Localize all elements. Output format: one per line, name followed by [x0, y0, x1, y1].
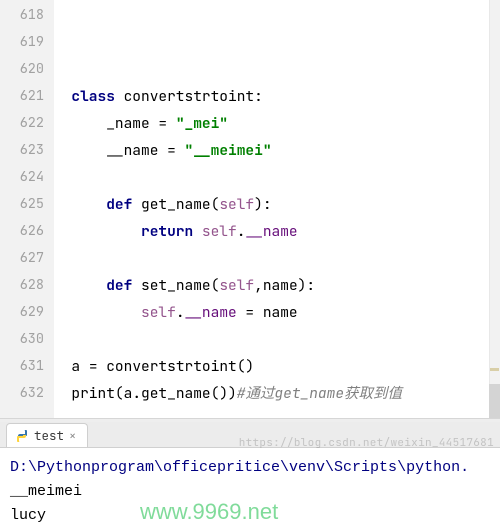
code-line[interactable]: def get_name(self):	[54, 191, 500, 218]
scrollbar[interactable]	[489, 0, 500, 418]
code-editor[interactable]: 6186196206216226236246256266276286296306…	[0, 0, 500, 418]
code-line[interactable]	[54, 164, 500, 191]
code-area[interactable]: class convertstrtoint: _name = "_mei" __…	[54, 0, 500, 418]
code-line[interactable]	[54, 326, 500, 353]
scrollbar-thumb[interactable]	[489, 384, 500, 418]
code-line[interactable]: def set_name(self,name):	[54, 272, 500, 299]
scroll-mark	[490, 368, 499, 371]
tab-label: test	[34, 427, 64, 444]
line-number: 620	[0, 56, 54, 83]
line-number: 627	[0, 245, 54, 272]
code-line[interactable]: return self.__name	[54, 218, 500, 245]
console-output[interactable]: D:\Pythonprogram\officepritice\venv\Scri…	[0, 448, 500, 529]
gutter: 6186196206216226236246256266276286296306…	[0, 0, 54, 418]
line-number: 626	[0, 218, 54, 245]
close-icon[interactable]: ×	[69, 431, 79, 441]
code-line[interactable]: __name = "__meimei"	[54, 137, 500, 164]
line-number: 628	[0, 272, 54, 299]
console-line-1: __meimei	[10, 480, 490, 504]
console-line-2: lucy	[10, 504, 490, 528]
line-number: 631	[0, 353, 54, 380]
line-number: 624	[0, 164, 54, 191]
code-line[interactable]: print(a.get_name())#通过get_name获取到值	[54, 380, 500, 407]
python-icon	[15, 429, 29, 443]
console-path: D:\Pythonprogram\officepritice\venv\Scri…	[10, 456, 490, 480]
line-number: 632	[0, 380, 54, 407]
line-number: 625	[0, 191, 54, 218]
line-number: 621	[0, 83, 54, 110]
run-tabbar: test ×	[0, 422, 500, 448]
code-line[interactable]	[54, 407, 500, 418]
line-number: 622	[0, 110, 54, 137]
code-line[interactable]: _name = "_mei"	[54, 110, 500, 137]
line-number: 629	[0, 299, 54, 326]
code-line[interactable]: self.__name = name	[54, 299, 500, 326]
code-line[interactable]	[54, 245, 500, 272]
code-line[interactable]: a = convertstrtoint()	[54, 353, 500, 380]
line-number: 619	[0, 29, 54, 56]
run-tab-test[interactable]: test ×	[6, 423, 88, 447]
code-line[interactable]: class convertstrtoint:	[54, 83, 500, 110]
line-number: 630	[0, 326, 54, 353]
line-number: 623	[0, 137, 54, 164]
line-number: 618	[0, 2, 54, 29]
